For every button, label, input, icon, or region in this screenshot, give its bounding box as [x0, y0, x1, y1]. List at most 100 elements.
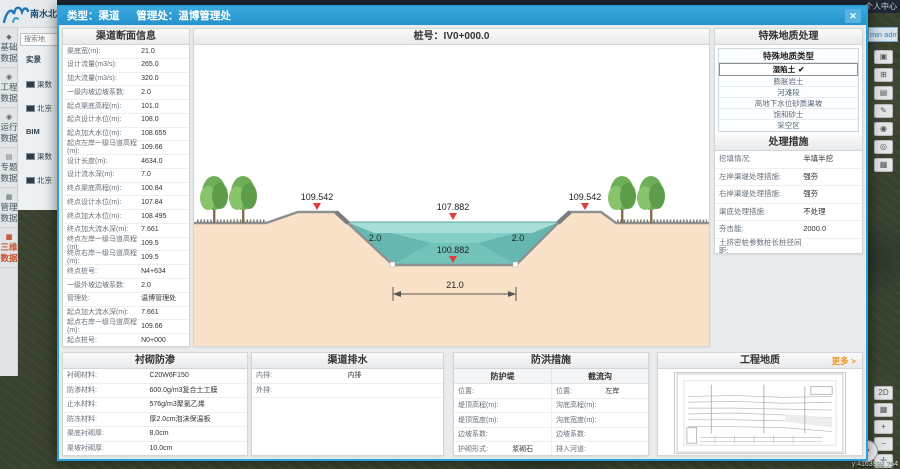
geology-type-option[interactable]: 膨胀岩土✔	[719, 76, 858, 87]
lining-pad-right	[513, 262, 518, 267]
geology-type-option[interactable]: 采空区✔	[719, 120, 858, 131]
cross-section-panel: 桩号：IV0+000.0	[193, 28, 710, 347]
search-input[interactable]	[20, 33, 57, 46]
row-value: 4634.0	[141, 158, 162, 166]
map-tool-button[interactable]: ▦	[874, 403, 893, 417]
app-title: 南水北	[30, 7, 57, 20]
row-label: 夯击能:	[715, 225, 803, 233]
row-value: 2000.0	[803, 225, 826, 233]
table-row: 防冻材料: 厚2.0cm泡沫保温板	[63, 413, 247, 428]
sidebar-item-label: 运行数据	[0, 122, 18, 143]
geology-type-option[interactable]: 河滩段✔	[719, 87, 858, 98]
flood-title: 防洪措施	[454, 353, 648, 369]
flood-subheaders: 防护堤 截流沟	[454, 369, 648, 384]
layer-item-label: BIM	[26, 123, 40, 141]
drainage-title: 渠道排水	[252, 353, 443, 369]
row-value: 100.84	[141, 185, 162, 193]
modal-title-type: 类型：渠道	[67, 10, 120, 22]
admin-user-chip[interactable]: min admin	[868, 27, 898, 42]
geology-profile-drawing[interactable]	[674, 372, 846, 454]
row-value: 109.66	[141, 323, 162, 331]
geology-type-box: 特殊地质类型 湿陷土✔ 膨胀岩土✔ 河滩段✔	[718, 48, 859, 132]
map-tool-button[interactable]: +	[874, 420, 893, 434]
map-tool-button[interactable]: ◎	[874, 140, 893, 154]
row-label: 管理处:	[63, 295, 141, 303]
layer-thumb-icon	[26, 81, 35, 88]
water-surface	[347, 222, 559, 233]
row-value: 101.0	[141, 103, 159, 111]
map-tool-button[interactable]: ◉	[874, 122, 893, 136]
lining-title: 衬砌防渗	[63, 353, 247, 369]
table-row: 一级外坡边坡系数: 2.0	[63, 279, 189, 293]
more-link[interactable]: 更多 >	[832, 353, 856, 369]
row-label: 左岸渠堤处理措施:	[715, 173, 803, 181]
map-tool-button[interactable]: ✎	[874, 104, 893, 118]
geology-type-option[interactable]: 高地下水位砂质渠坡✔	[719, 98, 858, 109]
map-tool-button[interactable]: ▤	[874, 86, 893, 100]
layer-item[interactable]: BIM	[18, 120, 57, 144]
row-label: 渠底宽(m):	[63, 48, 141, 56]
sidebar-item-icon: ◉	[0, 113, 18, 122]
sidebar-item-icon: ▤	[0, 153, 18, 162]
map-tool-icon: ◎	[880, 142, 887, 151]
map-tool-button[interactable]: ▦	[874, 158, 893, 172]
sidebar-item-label: 专题数据	[0, 162, 18, 183]
sidebar-item[interactable]: ▤ 专题数据	[0, 148, 18, 188]
layer-thumb-icon	[26, 177, 35, 184]
row-value: 108.0	[141, 116, 159, 124]
sidebar-item[interactable]: ◆ 基础数据	[0, 28, 18, 68]
layer-item[interactable]: 北京	[18, 168, 57, 192]
user-center-link[interactable]: 个人中心	[865, 1, 897, 12]
table-row: 起点渠底高程(m): 101.0	[63, 100, 189, 114]
layer-item[interactable]: 渠数	[18, 72, 57, 96]
row-label: 沟底宽度(m):	[551, 413, 605, 427]
section-info-panel: 渠道断面信息 渠底宽(m): 21.0 设计流量(m3/s): 265.0 加大…	[62, 28, 190, 347]
sidebar-item-icon: ◆	[0, 33, 18, 42]
row-label: 堤顶高程(m):	[454, 400, 512, 410]
geology-type-label: 高地下水位砂质渠坡	[755, 99, 823, 108]
geology-type-option[interactable]: 湿陷土✔	[719, 63, 858, 76]
row-label: 加大流量(m3/s):	[63, 75, 141, 83]
special-geology-title: 特殊地质处理	[715, 29, 862, 45]
table-row: 起点桩号: N0+000	[63, 334, 189, 347]
row-label: 土挤密桩参数桩长桩径间距:	[715, 239, 803, 255]
sidebar-item[interactable]: ▦ 三维数据	[0, 228, 18, 268]
app-logo	[0, 2, 30, 26]
layer-thumb-icon	[26, 105, 35, 112]
layer-item-label: 渠数	[37, 151, 52, 162]
elevation-label-right-bank: 109.542	[569, 192, 602, 202]
geology-type-label: 河滩段	[777, 88, 800, 97]
lining-pad-left	[390, 262, 395, 267]
table-row: 护砌形式: 浆砌石 排入河道:	[454, 442, 648, 456]
trees-right	[608, 176, 665, 223]
table-row: 外排:	[252, 384, 443, 399]
row-label: 一级外坡边坡系数:	[63, 282, 141, 290]
table-row: 堤顶高程(m): 沟底高程(m):	[454, 399, 648, 414]
map-tool-button[interactable]: ⊞	[874, 68, 893, 82]
row-value: 600.0g/m3复合土工膜	[149, 387, 217, 395]
sidebar-item[interactable]: ◉ 工程数据	[0, 68, 18, 108]
map-tool-button[interactable]: 2D	[874, 386, 893, 400]
table-row: 终点右岸一级马道高程(m): 109.5	[63, 251, 189, 265]
eng-geology-panel: 工程地质 更多 >	[657, 352, 863, 456]
geology-type-option[interactable]: 饱和砂土✔	[719, 109, 858, 120]
close-icon[interactable]: ✕	[845, 9, 861, 23]
layer-item[interactable]: 实景	[18, 48, 57, 72]
sidebar-item[interactable]: ▦ 管理数据	[0, 188, 18, 228]
row-label: 外排:	[252, 387, 348, 395]
row-label: 边坡系数:	[454, 429, 512, 439]
row-value: 320.0	[141, 75, 159, 83]
row-label: 堤顶宽度(m):	[454, 415, 512, 425]
row-label: 终点桩号:	[63, 268, 141, 276]
row-label: 一级内坡边坡系数:	[63, 89, 141, 97]
row-value: 109.5	[141, 240, 159, 248]
table-row: 渠底处理措施: 不处理	[715, 204, 862, 222]
map-tool-button[interactable]: ▣	[874, 50, 893, 64]
layer-item[interactable]: 渠数	[18, 144, 57, 168]
row-label: 起点桩号:	[63, 337, 141, 345]
sidebar-item[interactable]: ◉ 运行数据	[0, 108, 18, 148]
layer-item-label: 北京	[37, 175, 52, 186]
layer-item[interactable]: 北京	[18, 96, 57, 120]
map-tool-icon: 2D	[878, 388, 888, 397]
row-value: 7.661	[141, 309, 159, 317]
